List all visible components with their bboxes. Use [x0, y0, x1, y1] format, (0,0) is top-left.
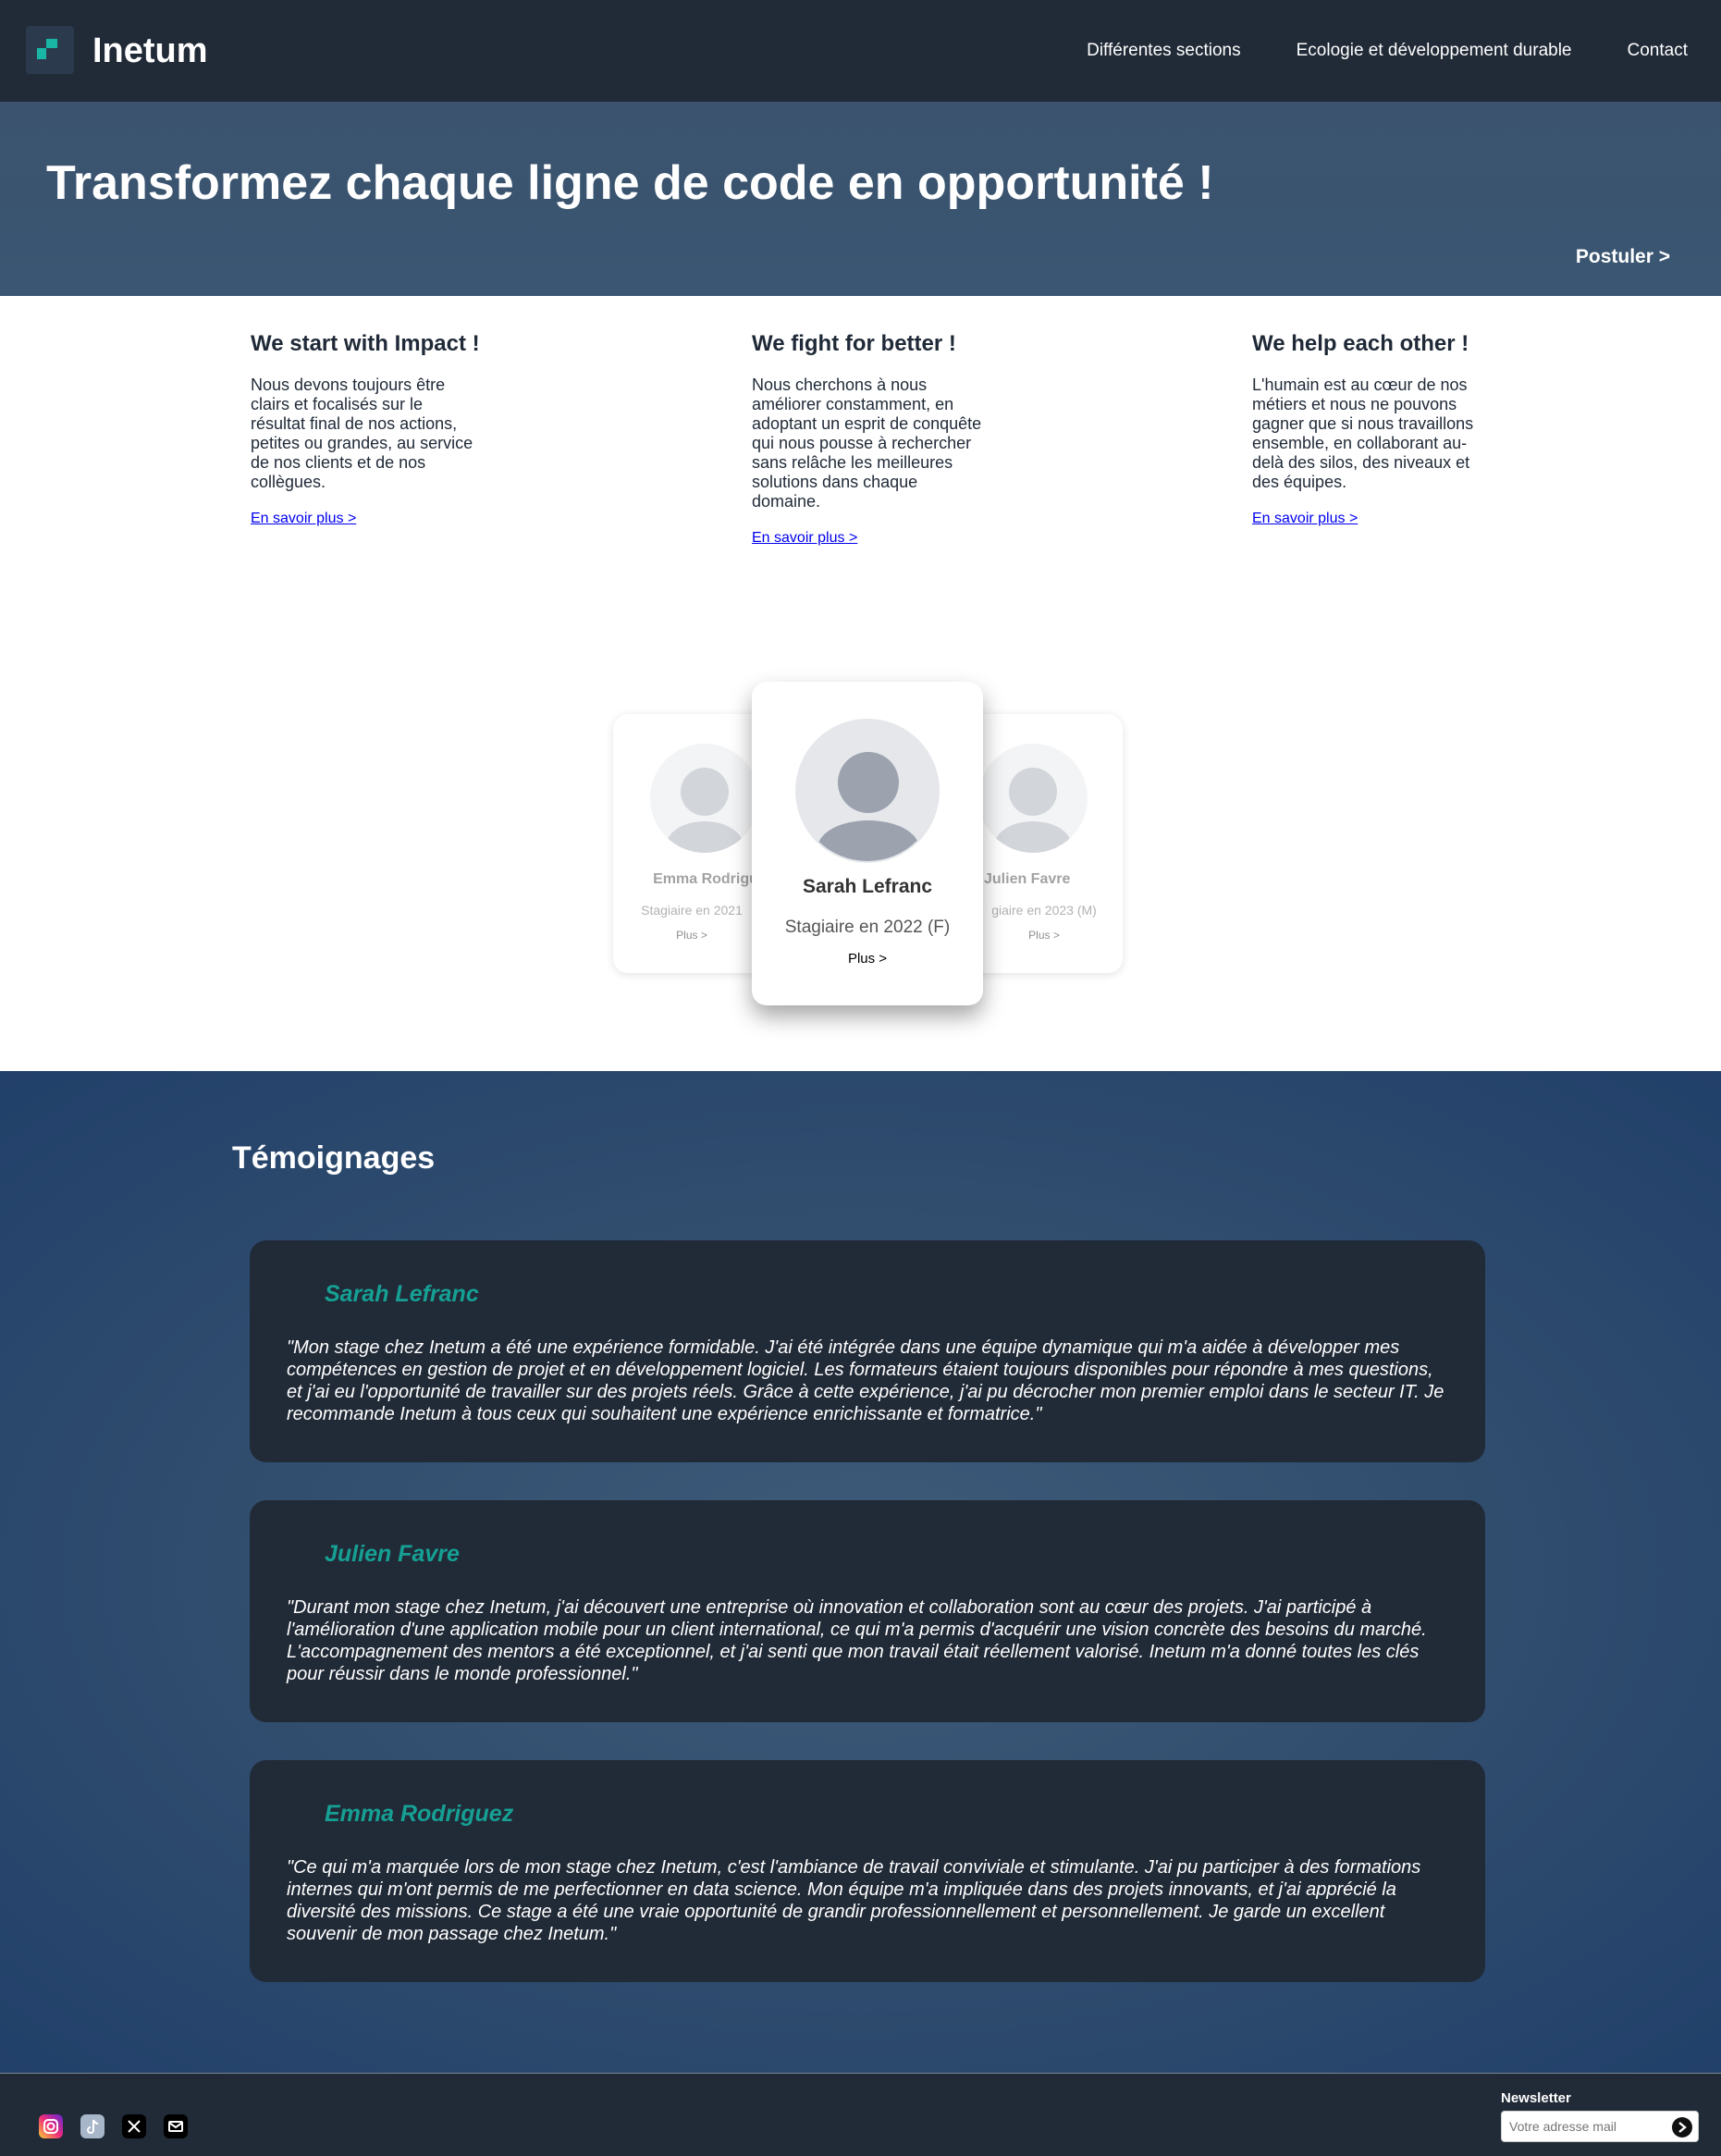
inetum-logo-icon[interactable] — [26, 26, 74, 74]
value-impact: We start with Impact ! Nous devons toujo… — [251, 331, 482, 527]
intern-role: giaire en 2023 (M) — [991, 903, 1097, 918]
intern-name: Emma Rodrigu — [653, 871, 758, 887]
site-header: Inetum Différentes sections Ecologie et … — [0, 0, 1721, 102]
value-text: Nous devons toujours être clairs et foca… — [251, 376, 473, 491]
intern-card-featured[interactable]: Sarah Lefranc Stagiaire en 2022 (F) Plus… — [752, 682, 983, 1005]
value-help: We help each other ! L'humain est au cœu… — [1252, 331, 1483, 527]
instagram-icon[interactable] — [39, 2114, 63, 2138]
value-title: We help each other ! — [1252, 331, 1469, 356]
nav-link-ecologie[interactable]: Ecologie et développement durable — [1297, 41, 1572, 61]
testimonial-card: Sarah Lefranc "Mon stage chez Inetum a é… — [250, 1240, 1485, 1462]
testimonial-card: Emma Rodriguez "Ce qui m'a marquée lors … — [250, 1760, 1485, 1982]
value-text: Nous cherchons à nous améliorer constamm… — [752, 376, 982, 511]
value-title: We fight for better ! — [752, 331, 956, 356]
intern-name: Julien Favre — [984, 871, 1071, 887]
intern-role: Stagiaire en 2021 — [641, 903, 743, 918]
main-nav: Différentes sections Ecologie et dévelop… — [1087, 41, 1688, 61]
mail-icon[interactable] — [164, 2114, 188, 2138]
intern-more-link[interactable]: Plus > — [752, 951, 983, 967]
intern-more-link[interactable]: Plus > — [965, 929, 1123, 942]
testimonial-author: Sarah Lefranc — [325, 1281, 479, 1307]
avatar-icon — [650, 744, 759, 853]
nav-link-sections[interactable]: Différentes sections — [1087, 41, 1241, 61]
newsletter-email-input[interactable] — [1502, 2112, 1668, 2141]
intern-card-left[interactable]: Emma Rodrigu Stagiaire en 2021 Plus > — [613, 714, 770, 973]
value-learn-more-link[interactable]: En savoir plus > — [1252, 511, 1358, 526]
value-fight: We fight for better ! Nous cherchons à n… — [752, 331, 983, 547]
testimonial-card: Julien Favre "Durant mon stage chez Inet… — [250, 1500, 1485, 1722]
testimonials-title: Témoignages — [232, 1140, 436, 1176]
hero-banner: Transformez chaque ligne de code en oppo… — [0, 102, 1721, 296]
newsletter-label: Newsletter — [1501, 2090, 1571, 2106]
newsletter-submit-button[interactable] — [1672, 2117, 1692, 2138]
brand-name[interactable]: Inetum — [92, 31, 208, 71]
tiktok-icon[interactable] — [80, 2114, 104, 2138]
nav-link-contact[interactable]: Contact — [1628, 41, 1688, 61]
apply-button[interactable]: Postuler > — [1576, 246, 1670, 268]
testimonial-quote: "Mon stage chez Inetum a été une expérie… — [287, 1337, 1444, 1424]
hero-title: Transformez chaque ligne de code en oppo… — [46, 156, 1214, 210]
newsletter-form — [1501, 2111, 1699, 2142]
avatar-icon — [978, 744, 1088, 853]
value-title: We start with Impact ! — [251, 331, 480, 356]
value-learn-more-link[interactable]: En savoir plus > — [752, 530, 857, 546]
intern-more-link[interactable]: Plus > — [613, 929, 770, 942]
testimonial-author: Emma Rodriguez — [325, 1801, 514, 1827]
value-learn-more-link[interactable]: En savoir plus > — [251, 511, 356, 526]
intern-name: Sarah Lefranc — [802, 876, 933, 897]
value-text: L'humain est au cœur de nos métiers et n… — [1252, 376, 1474, 491]
site-footer: Newsletter — [0, 2073, 1721, 2156]
avatar-icon — [795, 719, 940, 863]
intern-card-right[interactable]: Julien Favre giaire en 2023 (M) Plus > — [965, 714, 1123, 973]
intern-role: Stagiaire en 2022 (F) — [784, 918, 951, 937]
testimonial-quote: "Durant mon stage chez Inetum, j'ai déco… — [287, 1597, 1427, 1684]
testimonial-quote: "Ce qui m'a marquée lors de mon stage ch… — [287, 1857, 1421, 1944]
testimonial-author: Julien Favre — [325, 1541, 460, 1567]
testimonials-section: Témoignages Sarah Lefranc "Mon stage che… — [0, 1071, 1721, 2073]
x-icon[interactable] — [122, 2114, 146, 2138]
chevron-right-icon — [1678, 2122, 1687, 2133]
